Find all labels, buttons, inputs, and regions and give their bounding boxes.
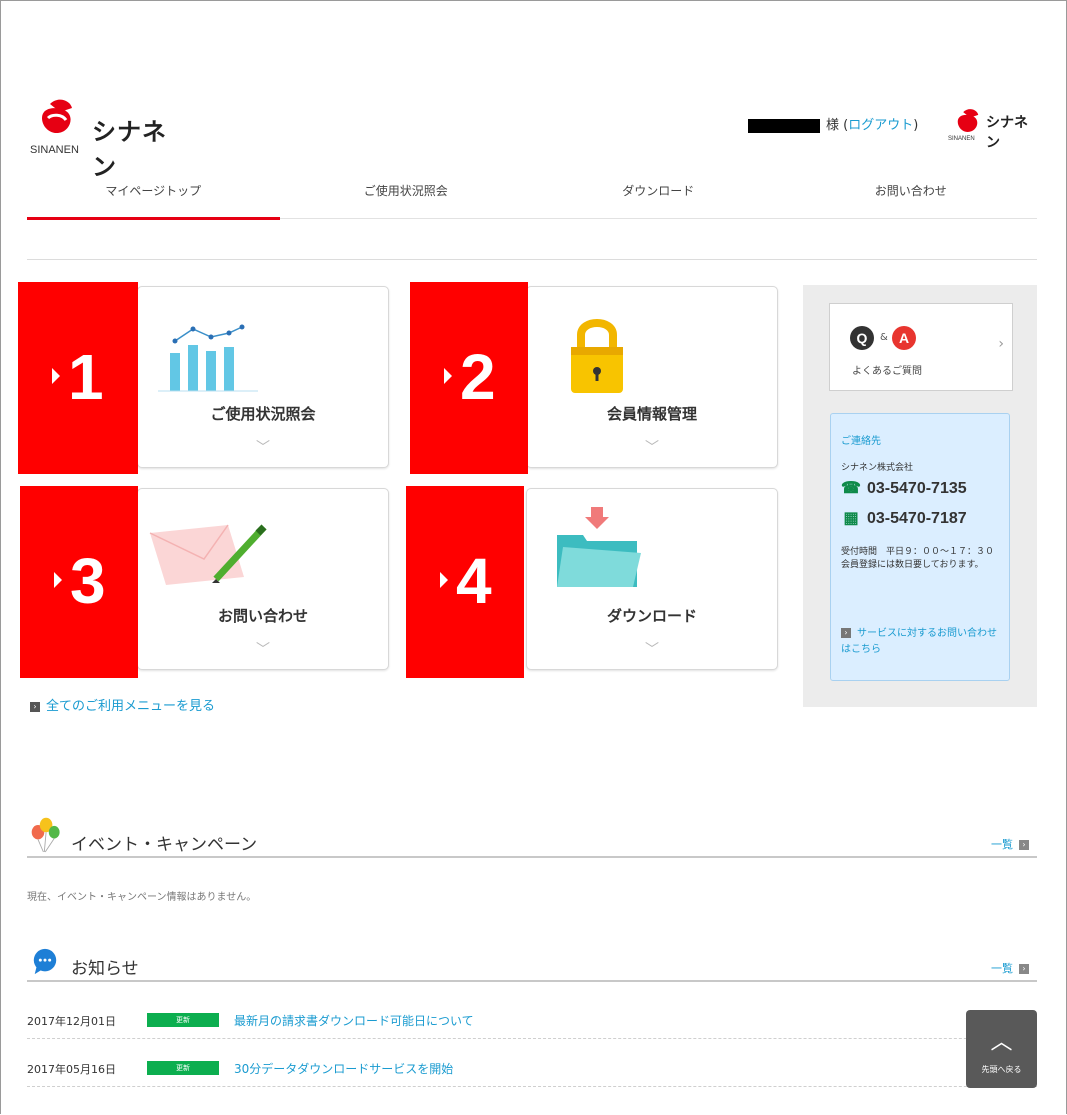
card-usage-inquiry[interactable]: ご使用状況照会 ﹀ [137,286,389,468]
logo-sub: SINANEN [30,144,79,156]
triangle-icon [444,368,452,384]
news-more-link[interactable]: 一覧 › [991,960,1029,976]
news-header: お知らせ 一覧 › [27,948,1037,982]
small-logo-mark-icon [957,109,979,132]
bar-chart-icon [158,324,258,392]
chevron-right-icon: › [1019,840,1029,850]
faq-button[interactable]: Q & A よくあるご質問 › [829,303,1013,391]
chevron-down-icon: ﹀ [256,440,270,456]
number-badge-3: 3 [20,486,138,678]
chevron-right-icon: › [841,628,851,638]
news-date: 2017年12月01日 [27,1015,116,1028]
news-tag: 更新 [147,1013,219,1027]
card-label: お問い合わせ [217,607,308,625]
badge-number: 2 [460,341,496,413]
logo-mark-icon [42,99,72,134]
chevron-down-icon: ﹀ [256,642,270,658]
tab-download[interactable]: ダウンロード [532,170,785,218]
envelope-pencil-icon [149,524,267,585]
redacted-username [748,118,820,133]
main-nav: マイページトップ ご使用状況照会 ダウンロード お問い合わせ [27,170,1038,220]
number-badge-2: 2 [410,282,528,474]
business-hours: 受付時間 平日９：００～１７：３０ 会員登録には数日要しております。 [841,547,995,570]
triangle-icon [440,572,448,588]
number-badge-1: 1 [18,282,138,474]
card-label: 会員情報管理 [606,405,697,423]
user-info: 様 (ログアウト) [748,114,918,133]
sinanen-logo[interactable]: シナネン SINANEN [30,98,188,181]
a-icon: A [892,326,916,350]
card-member-info[interactable]: 会員情報管理 ﹀ [526,286,778,468]
no-events-message: 現在、イベント・キャンペーン情報はありません。 [27,892,257,903]
triangle-icon [52,368,60,384]
events-header: イベント・キャンペーン 一覧 › [27,817,1037,858]
card-label: ダウンロード [606,607,697,625]
faq-label: よくあるご質問 [852,366,922,377]
tab-usage-inquiry[interactable]: ご使用状況照会 [280,170,533,218]
fax-number: ▦ 03-5470-7187 [841,508,967,528]
service-inquiry-link[interactable]: › サービスに対するお問い合わせはこちら [841,626,1001,658]
triangle-icon [54,572,62,588]
news-title-link[interactable]: 最新月の請求書ダウンロード可能日について [234,1012,474,1029]
events-title: イベント・キャンペーン [71,835,258,855]
news-tag: 更新 [147,1061,219,1075]
tel-number: ☎ 03-5470-7135 [841,478,967,498]
small-logo-name: シナネン [986,115,1028,151]
events-more-link[interactable]: 一覧 › [991,836,1029,852]
q-icon: Q [850,326,874,350]
logout-link[interactable]: ログアウト [848,118,913,133]
news-item: 2017年12月01日 更新 最新月の請求書ダウンロード可能日について [27,1000,1037,1039]
chevron-right-icon: › [1019,964,1029,974]
contact-title: ご連絡先 [841,436,881,447]
tel-value: 03-5470-7135 [867,480,967,497]
divider [27,259,1037,260]
back-to-top-button[interactable]: ︿ 先頭へ戻る [966,1010,1037,1088]
card-contact[interactable]: お問い合わせ ﹀ [137,488,389,670]
news-item: 2017年05月16日 更新 30分データダウンロードサービスを開始 [27,1048,1037,1087]
chevron-right-icon: › [998,336,1004,352]
back-to-top-label: 先頭へ戻る [981,1065,1022,1074]
news-date: 2017年05月16日 [27,1063,116,1076]
badge-number: 3 [70,545,106,617]
card-label: ご使用状況照会 [210,405,316,423]
faq-amp: & [880,332,888,343]
chevron-right-icon: › [30,701,40,712]
card-download[interactable]: ダウンロード ﹀ [526,488,778,670]
badge-number: 4 [456,545,492,617]
news-title-link[interactable]: 30分データダウンロードサービスを開始 [234,1060,453,1077]
service-link-label: サービスに対するお問い合わせはこちら [841,628,997,655]
chevron-down-icon: ﹀ [645,440,659,456]
logout-close: ) [913,118,919,133]
tab-mypage-top[interactable]: マイページトップ [27,170,280,220]
small-logo-sub: SINANEN [948,136,975,142]
all-menu-label: 全てのご利用メニューを見る [46,699,216,714]
fax-icon: ▦ [843,510,859,527]
news-title: お知らせ [71,959,139,979]
tab-contact[interactable]: お問い合わせ [785,170,1038,218]
contact-box: ご連絡先 シナネン株式会社 ☎ 03-5470-7135 ▦ 03-5470-718… [830,413,1010,681]
chevron-down-icon: ﹀ [645,642,659,658]
sidebar: Q & A よくあるご質問 › ご連絡先 シナネン株式会社 ☎ 03-5470-7… [803,285,1037,707]
news-more-label: 一覧 [991,962,1013,975]
small-logo: シナネン SINANEN [948,108,1038,151]
speech-bubble-icon [33,948,57,975]
company-name: シナネン株式会社 [841,463,914,473]
user-suffix: 様 [826,118,840,133]
events-more-label: 一覧 [991,838,1013,851]
all-menu-link[interactable]: › 全てのご利用メニューを見る [30,695,215,714]
padlock-icon [571,319,623,393]
number-badge-4: 4 [406,486,524,678]
balloons-icon [31,817,60,853]
folder-download-icon [557,507,641,587]
chevron-up-icon: ︿ [990,1030,1013,1055]
telephone-icon: ☎ [841,480,861,497]
badge-number: 1 [68,341,104,413]
fax-value: 03-5470-7187 [867,510,967,527]
